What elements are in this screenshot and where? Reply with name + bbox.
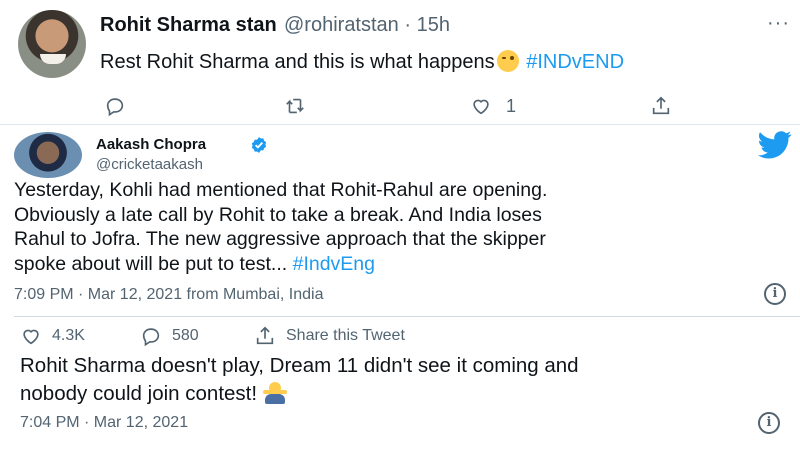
- tweet-text-body: Rest Rohit Sharma and this is what happe…: [100, 51, 495, 73]
- like-icon: [23, 329, 39, 345]
- verified-badge-icon: [251, 137, 267, 153]
- reply-count: 580: [172, 327, 199, 344]
- like-button[interactable]: 1: [470, 93, 516, 119]
- tweet-text: Yesterday, Kohli had mentioned that Rohi…: [14, 178, 800, 276]
- reply-icon: [106, 98, 124, 117]
- divider: [14, 316, 800, 317]
- hashtag-link[interactable]: #IndvEng: [293, 253, 375, 275]
- tweet-text: Rest Rohit Sharma and this is what happe…: [100, 50, 624, 74]
- person-shrugging-emoji-icon: [263, 382, 288, 404]
- tweet-text-last: nobody could join contest!: [20, 382, 258, 405]
- reply-icon: [142, 328, 160, 347]
- display-name[interactable]: Aakash Chopra: [96, 136, 206, 153]
- tweet-text-line: Yesterday, Kohli had mentioned that Rohi…: [14, 179, 548, 201]
- handle-and-time[interactable]: @rohiratstan · 15h: [284, 14, 450, 37]
- winking-face-emoji-icon: [496, 50, 519, 72]
- retweet-button[interactable]: [284, 93, 306, 119]
- more-options-icon[interactable]: ···: [767, 12, 790, 35]
- hashtag-link[interactable]: #INDvEND: [526, 51, 624, 73]
- like-count: 4.3K: [52, 327, 85, 344]
- like-icon: [473, 99, 489, 115]
- reply-button[interactable]: [104, 93, 126, 119]
- tweet-text-line: Rohit Sharma doesn't play, Dream 11 didn…: [20, 354, 579, 377]
- reply-button[interactable]: 580: [140, 324, 199, 348]
- like-count: 1: [506, 95, 517, 116]
- share-tweet-button[interactable]: Share this Tweet: [254, 324, 405, 348]
- reply-tweet: Rohit Sharma stan @rohiratstan · 15h ···…: [0, 0, 800, 125]
- share-icon: [652, 96, 670, 115]
- retweet-icon: [286, 98, 304, 114]
- tweet-text-line: Rahul to Jofra. The new aggressive appro…: [14, 228, 546, 250]
- share-label: Share this Tweet: [286, 327, 405, 344]
- tweet-actions: 1: [100, 93, 700, 119]
- tweet-text-line: nobody could join contest!: [20, 380, 800, 408]
- info-icon[interactable]: i: [764, 283, 786, 305]
- tweet-text-line: spoke about will be put to test... #Indv…: [14, 252, 800, 277]
- share-icon: [256, 326, 274, 345]
- handle[interactable]: @cricketaakash: [96, 156, 203, 173]
- tweet-text-last: spoke about will be put to test...: [14, 252, 293, 275]
- timestamp[interactable]: 7:04 PM · Mar 12, 2021: [20, 414, 188, 432]
- third-tweet-text: Rohit Sharma doesn't play, Dream 11 didn…: [20, 352, 800, 408]
- like-button[interactable]: 4.3K: [20, 324, 85, 348]
- twitter-bird-icon[interactable]: [758, 130, 792, 160]
- display-name[interactable]: Rohit Sharma stan: [100, 14, 277, 37]
- avatar[interactable]: [14, 132, 82, 178]
- avatar[interactable]: [18, 10, 86, 78]
- info-icon[interactable]: i: [758, 412, 780, 434]
- timestamp[interactable]: 7:09 PM · Mar 12, 2021 from Mumbai, Indi…: [14, 286, 323, 304]
- share-button[interactable]: [650, 93, 672, 119]
- tweet-text-line: Obviously a late call by Rohit to take a…: [14, 203, 542, 226]
